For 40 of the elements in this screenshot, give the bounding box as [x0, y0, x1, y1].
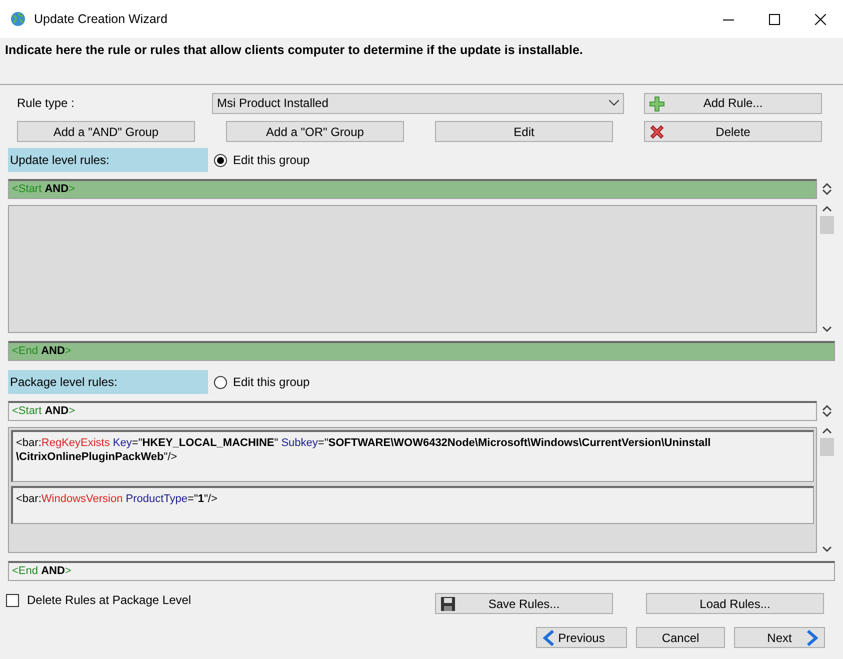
scroll-thumb[interactable]: [820, 438, 834, 456]
rule-text: <bar:RegKeyExists Key="HKEY_LOCAL_MACHINE" Subkey="SOFTWARE\WOW6432Node\Microsoft\Windows\CurrentVersion\Uninstall \CitrixOnlinePluginPackWeb"/>: [11, 430, 814, 482]
edit-group-radio[interactable]: Edit this group: [214, 373, 310, 391]
button[interactable]: Add a "AND" Group: [17, 121, 195, 142]
edit-group-radio[interactable]: Edit this group: [214, 151, 310, 169]
maximize-icon: [768, 14, 780, 24]
delete-rules-checkbox[interactable]: Delete Rules at Package Level: [6, 591, 192, 609]
delete-button[interactable]: Delete: [644, 121, 822, 142]
scroll-down-icon[interactable]: [822, 411, 832, 418]
window-title: Update Creation Wizard: [34, 10, 168, 28]
scroll-up-icon[interactable]: [822, 182, 832, 189]
button[interactable]: Edit: [435, 121, 613, 142]
plus-icon: [649, 96, 665, 112]
scroll-up-icon[interactable]: [822, 205, 832, 212]
group-end-marker: <End AND>: [8, 341, 835, 361]
instruction-text: Indicate here the rule or rules that allow clients computer to determine if the update is installable.: [5, 42, 584, 59]
group-label: Update level rules:: [8, 148, 208, 172]
group-label: Package level rules:: [8, 370, 208, 394]
group-start-marker: <Start AND>: [8, 179, 817, 199]
group-end-marker: <End AND>: [8, 561, 835, 581]
scroll-down-icon[interactable]: [822, 326, 832, 333]
rule-type-dropdown[interactable]: Msi Product Installed: [212, 92, 624, 114]
load-button[interactable]: Load Rules...: [646, 593, 824, 614]
cancel-button[interactable]: Cancel: [636, 627, 725, 648]
previous-button[interactable]: Previous: [536, 627, 627, 648]
scroll-up-icon[interactable]: [822, 427, 832, 434]
rule-text: <bar:WindowsVersion ProductType="1"/>: [11, 486, 814, 524]
button[interactable]: Add a "OR" Group: [226, 121, 404, 142]
delete-icon: [649, 124, 665, 140]
scroll-down-icon[interactable]: [822, 546, 832, 553]
group-start-marker: <Start AND>: [8, 401, 817, 421]
add-rule-button[interactable]: Add Rule...: [644, 92, 822, 114]
globe-icon: [10, 11, 26, 27]
next-button[interactable]: Next: [734, 627, 825, 648]
save-button[interactable]: Save Rules...: [435, 593, 613, 614]
rule-type-label: Rule type :: [17, 95, 76, 112]
scroll-thumb[interactable]: [820, 216, 834, 234]
scroll-down-icon[interactable]: [822, 189, 832, 196]
scroll-up-icon[interactable]: [822, 404, 832, 411]
close-icon: [814, 14, 826, 24]
